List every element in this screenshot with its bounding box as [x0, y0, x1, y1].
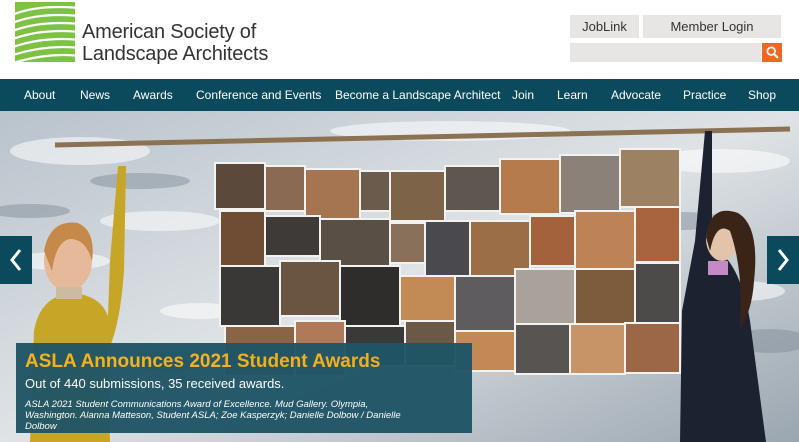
- joblink-button[interactable]: JobLink: [570, 15, 639, 38]
- member-login-button[interactable]: Member Login: [643, 15, 781, 38]
- nav-item-join[interactable]: Join: [512, 88, 534, 102]
- nav-item-news[interactable]: News: [80, 88, 110, 102]
- nav-item-about[interactable]: About: [24, 88, 55, 102]
- nav-item-practice[interactable]: Practice: [683, 88, 726, 102]
- nav-item-shop[interactable]: Shop: [748, 88, 776, 102]
- site-logo-text[interactable]: American Society of Landscape Architects: [82, 21, 268, 65]
- chevron-right-icon: [777, 249, 789, 271]
- hero-photo-credit: ASLA 2021 Student Communications Award o…: [25, 399, 401, 432]
- nav-item-advocate[interactable]: Advocate: [611, 88, 661, 102]
- hero-caption: ASLA Announces 2021 Student Awards Out o…: [16, 343, 472, 433]
- chevron-left-icon: [10, 249, 22, 271]
- nav-item-learn[interactable]: Learn: [557, 88, 588, 102]
- search-button[interactable]: [762, 43, 782, 62]
- nav-item-become-a-landscape-architect[interactable]: Become a Landscape Architect: [335, 88, 500, 102]
- search-icon: [765, 46, 779, 59]
- nav-item-awards[interactable]: Awards: [133, 88, 173, 102]
- logo-line-2: Landscape Architects: [82, 43, 269, 65]
- hero-subtitle: Out of 440 submissions, 35 received awar…: [25, 376, 285, 391]
- asla-logo-icon[interactable]: [15, 2, 75, 62]
- site-header: American Society of Landscape Architects…: [0, 0, 799, 79]
- carousel-prev-button[interactable]: [0, 236, 32, 284]
- hero-title[interactable]: ASLA Announces 2021 Student Awards: [25, 351, 462, 373]
- search-input[interactable]: [570, 43, 761, 62]
- carousel-next-button[interactable]: [767, 236, 799, 284]
- main-nav: About News Awards Conference and Events …: [0, 79, 799, 111]
- logo-line-1: American Society of: [82, 21, 257, 43]
- nav-item-conference-and-events[interactable]: Conference and Events: [196, 88, 321, 102]
